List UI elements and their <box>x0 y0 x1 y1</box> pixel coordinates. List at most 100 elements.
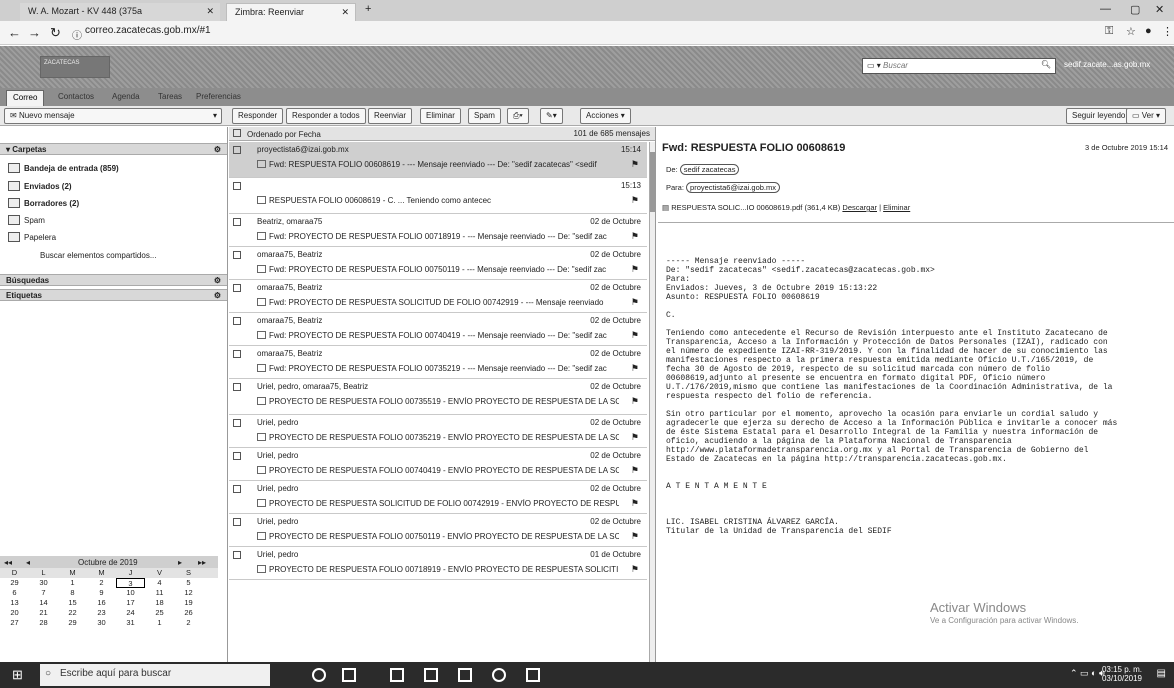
folder-sent[interactable]: Enviados (2) <box>8 181 72 191</box>
flag-icon[interactable]: ⚑ <box>631 297 639 308</box>
calendar-day[interactable]: 17 <box>116 598 145 608</box>
forward-button[interactable]: Reenviar <box>368 108 413 124</box>
menu-icon[interactable]: ⋮ <box>1162 25 1173 38</box>
from-address[interactable]: sedif zacatecas <box>679 164 740 175</box>
message-checkbox[interactable] <box>233 518 241 526</box>
cortana-icon[interactable] <box>312 668 326 682</box>
flag-icon[interactable]: ⚑ <box>631 396 639 407</box>
flag-icon[interactable]: ⚑ <box>631 363 639 374</box>
message-row[interactable]: omaraa75, Beatriz 02 de Octubre Fwd: PROYE… <box>229 313 647 346</box>
calendar-day[interactable]: 25 <box>145 608 174 618</box>
folder-inbox[interactable]: Bandeja de entrada (859) <box>8 163 119 173</box>
print-button[interactable]: ⎙▾ <box>507 108 529 124</box>
message-checkbox[interactable] <box>233 551 241 559</box>
user-account[interactable]: sedif.zacate...as.gob.mx <box>1064 60 1150 69</box>
profile-icon[interactable]: ● <box>1145 25 1152 37</box>
prev-year-icon[interactable]: ◂◂ <box>4 558 12 567</box>
search-input[interactable]: ▭ ▾ Buscar 🔍︎ <box>862 58 1056 74</box>
calendar-day[interactable]: 8 <box>58 588 87 598</box>
to-address[interactable]: proyectista6@izai.gob.mx <box>686 182 781 193</box>
calendar-day[interactable]: 24 <box>116 608 145 618</box>
message-checkbox[interactable] <box>233 146 241 154</box>
windows-start-icon[interactable]: ⊞ <box>12 667 23 683</box>
task-view-icon[interactable] <box>342 668 356 682</box>
tab-contactos[interactable]: Contactos <box>58 92 94 101</box>
calendar-day[interactable]: 18 <box>145 598 174 608</box>
calendar-day[interactable]: 4 <box>145 578 174 588</box>
message-row[interactable]: Uriel, pedro, omaraa75, Beatriz 02 de Oct… <box>229 379 647 415</box>
message-row[interactable]: Beatriz, omaraa75 02 de Octubre Fwd: PROYE… <box>229 214 647 247</box>
close-window-icon[interactable]: ✕ <box>1155 3 1164 16</box>
calendar-day[interactable]: 20 <box>0 608 29 618</box>
search-type-icon[interactable]: ▭ ▾ <box>867 61 883 70</box>
tab-agenda[interactable]: Agenda <box>112 92 140 101</box>
minimize-icon[interactable]: — <box>1100 3 1111 15</box>
calendar-day[interactable]: 1 <box>58 578 87 588</box>
calendar-day[interactable]: 9 <box>87 588 116 598</box>
mail-icon[interactable] <box>458 668 472 682</box>
taskbar-clock[interactable]: 03:15 p. m. 03/10/2019 <box>1102 665 1142 683</box>
delete-attachment-link[interactable]: Eliminar <box>883 203 910 212</box>
calendar-day[interactable]: 7 <box>29 588 58 598</box>
calendar-day[interactable]: 2 <box>87 578 116 588</box>
calendar-day[interactable]: 11 <box>145 588 174 598</box>
message-checkbox[interactable] <box>233 251 241 259</box>
tab-preferencias[interactable]: Preferencias <box>196 92 241 101</box>
message-checkbox[interactable] <box>233 485 241 493</box>
message-row[interactable]: Uriel, pedro 02 de Octubre PROYECTO DE RES… <box>229 448 647 481</box>
calendar-day[interactable]: 31 <box>116 618 145 628</box>
flag-icon[interactable]: ⚑ <box>631 195 639 206</box>
delete-button[interactable]: Eliminar <box>420 108 461 124</box>
flag-icon[interactable]: ⚑ <box>631 432 639 443</box>
star-icon[interactable]: ☆ <box>1126 25 1136 38</box>
reload-icon[interactable]: ↻ <box>50 25 61 41</box>
notifications-icon[interactable]: ▤ <box>1157 668 1166 679</box>
calendar-day[interactable]: 13 <box>0 598 29 608</box>
gear-icon[interactable]: ⚙ <box>214 145 221 154</box>
key-icon[interactable]: ⚿ <box>1105 25 1113 38</box>
next-year-icon[interactable]: ▸▸ <box>198 558 206 567</box>
folder-drafts[interactable]: Borradores (2) <box>8 198 79 208</box>
url-field[interactable]: correo.zacatecas.gob.mx/#1 <box>85 25 211 36</box>
store-icon[interactable] <box>424 668 438 682</box>
message-checkbox[interactable] <box>233 317 241 325</box>
download-link[interactable]: Descargar <box>842 203 877 212</box>
taskbar-search[interactable]: ○ Escribe aquí para buscar <box>40 664 270 686</box>
flag-icon[interactable]: ⚑ <box>631 465 639 476</box>
message-row[interactable]: omaraa75, Beatriz 02 de Octubre Fwd: PROYE… <box>229 346 647 379</box>
close-icon[interactable]: ✕ <box>341 7 349 18</box>
message-checkbox[interactable] <box>233 218 241 226</box>
system-tray-icons[interactable]: ⌃ ▭ ◐ 🔊︎ <box>1070 668 1105 679</box>
calendar-day[interactable]: 10 <box>116 588 145 598</box>
gear-icon[interactable]: ⚙ <box>214 291 221 300</box>
sort-label[interactable]: Ordenado por Fecha <box>247 130 321 139</box>
calendar-day[interactable]: 29 <box>0 578 29 588</box>
new-tab-icon[interactable]: + <box>365 3 371 15</box>
view-button[interactable]: ▭ Ver ▾ <box>1126 108 1167 124</box>
message-row[interactable]: proyectista6@izai.gob.mx 15:14 Fwd: RESPUE… <box>229 142 647 178</box>
calendar-day-today[interactable]: 3 <box>116 578 145 588</box>
calendar-day[interactable]: 30 <box>87 618 116 628</box>
calendar-day[interactable]: 22 <box>58 608 87 618</box>
calendar-day[interactable]: 2 <box>174 618 203 628</box>
message-row[interactable]: Uriel, pedro 02 de Octubre PROYECTO DE RES… <box>229 514 647 547</box>
select-all-checkbox[interactable] <box>233 129 241 137</box>
gear-icon[interactable]: ⚙ <box>214 276 221 285</box>
flag-icon[interactable]: ⚑ <box>631 330 639 341</box>
close-icon[interactable]: ✕ <box>206 6 214 17</box>
reply-all-button[interactable]: Responder a todos <box>286 108 366 124</box>
flag-icon[interactable]: ⚑ <box>631 564 639 575</box>
folder-spam[interactable]: Spam <box>8 215 45 225</box>
tags-header[interactable]: Etiquetas ⚙ <box>0 289 227 301</box>
calendar-day[interactable]: 1 <box>145 618 174 628</box>
calendar-day[interactable]: 5 <box>174 578 203 588</box>
folder-trash[interactable]: Papelera <box>8 232 56 242</box>
chevron-down-icon[interactable]: ▾ <box>213 111 217 120</box>
calendar-day[interactable]: 26 <box>174 608 203 618</box>
info-icon[interactable]: ⓘ <box>72 27 82 42</box>
calendar-day[interactable]: 15 <box>58 598 87 608</box>
tab-correo[interactable]: Correo <box>6 90 45 106</box>
message-checkbox[interactable] <box>233 452 241 460</box>
browser-tab-zimbra[interactable]: Zimbra: Reenviar ✕ <box>226 3 356 21</box>
calendar-day[interactable]: 30 <box>29 578 58 588</box>
